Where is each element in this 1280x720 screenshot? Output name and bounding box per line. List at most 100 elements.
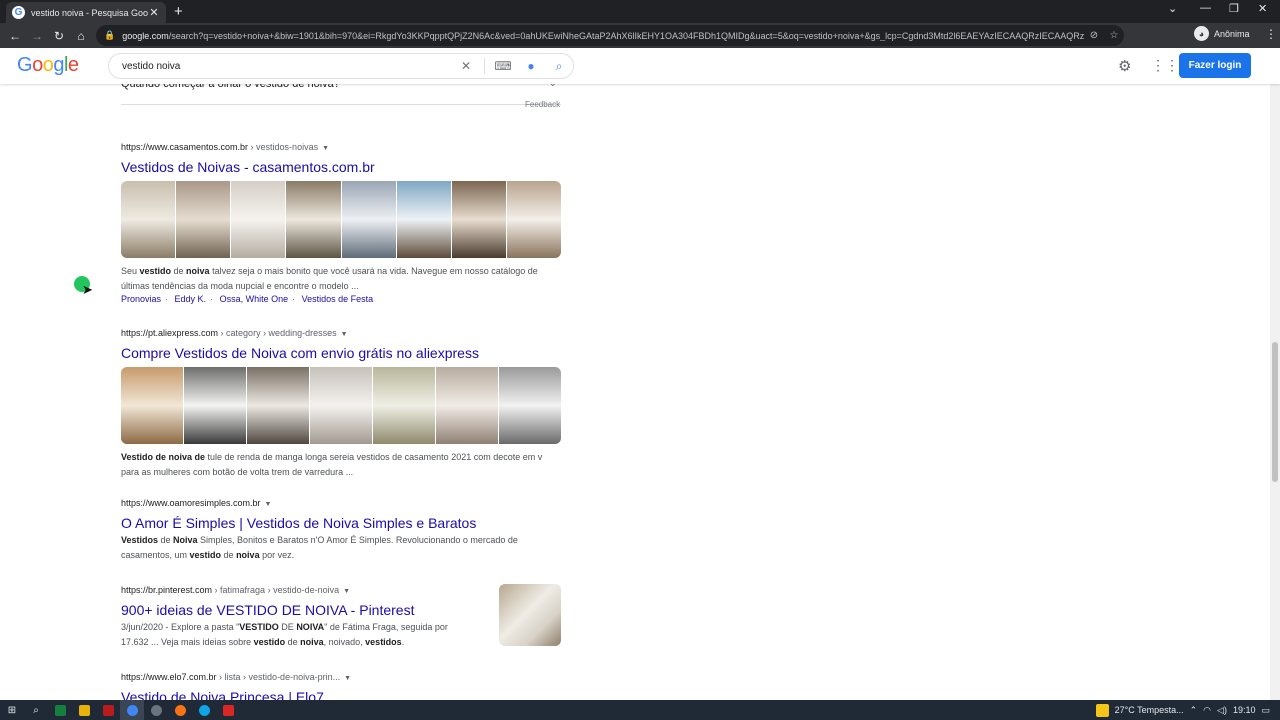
result-thumbnail[interactable] <box>499 584 561 646</box>
google-favicon-icon: G <box>12 6 25 19</box>
wedding-dress-thumbnail[interactable] <box>396 181 451 258</box>
sitelink[interactable]: Eddy K. <box>175 294 207 304</box>
windows-start-icon[interactable]: ⊞ <box>0 700 24 720</box>
browser-toolbar: ← → ↻ ⌂ 🔒 google.com/search?q=vestido+no… <box>0 23 1280 62</box>
result-title[interactable]: O Amor É Simples | Vestidos de Noiva Sim… <box>121 515 561 531</box>
wedding-dress-thumbnail[interactable] <box>310 367 372 444</box>
caret-down-icon[interactable]: ▼ <box>343 588 350 595</box>
wedding-dress-thumbnail[interactable] <box>184 367 246 444</box>
incognito-profile[interactable]: ◕ Anônima <box>1194 26 1250 41</box>
wedding-dress-thumbnail[interactable] <box>121 181 176 258</box>
clear-search-icon[interactable]: ✕ <box>452 59 480 73</box>
search-input[interactable]: vestido noiva <box>122 61 452 72</box>
scroll-thumb[interactable] <box>1272 342 1278 482</box>
caret-down-icon[interactable]: ▼ <box>322 145 329 152</box>
result-title[interactable]: Compre Vestidos de Noiva com envio gráti… <box>121 345 561 361</box>
snippet-text: de <box>171 266 187 276</box>
wedding-dress-thumbnail[interactable] <box>231 181 286 258</box>
telegram-icon[interactable] <box>192 700 216 720</box>
close-tab-icon[interactable]: ✕ <box>148 6 160 19</box>
weather-icon <box>1095 703 1109 717</box>
bookmark-star-icon[interactable]: ☆ <box>1104 30 1124 41</box>
back-icon[interactable]: ← <box>4 29 26 43</box>
result-title[interactable]: Vestidos de Noivas - casamentos.com.br <box>121 159 561 175</box>
snippet-text: DE <box>278 622 297 632</box>
result-snippet: Seu vestido de noiva talvez seja o mais … <box>121 264 561 294</box>
mouse-cursor-icon: ➤ <box>82 282 93 297</box>
wedding-dress-thumbnail[interactable] <box>499 367 561 444</box>
incognito-icon: ◕ <box>1194 26 1209 41</box>
wedding-dress-thumbnail[interactable] <box>506 181 561 258</box>
search-box[interactable]: vestido noiva ✕ ⌨ ● ⌕ <box>108 53 574 79</box>
snippet-text: de <box>158 535 174 545</box>
result-cite[interactable]: https://www.oamoresimples.com.br ▼ <box>121 498 561 508</box>
image-strip[interactable] <box>121 367 561 444</box>
app-icon[interactable] <box>144 700 168 720</box>
weather-text[interactable]: 27°C Tempesta... <box>1115 705 1184 715</box>
address-bar[interactable]: 🔒 google.com/search?q=vestido+noiva+&biw… <box>96 25 1124 46</box>
chrome-app-icon[interactable] <box>120 700 144 720</box>
wedding-dress-thumbnail[interactable] <box>176 181 231 258</box>
page-scrollbar[interactable] <box>1270 84 1280 702</box>
wedding-dress-thumbnail[interactable] <box>121 367 183 444</box>
snippet-text: vestidos <box>365 637 402 647</box>
search-icon[interactable]: ⌕ <box>545 59 573 74</box>
forward-icon[interactable]: → <box>26 29 48 43</box>
result-cite[interactable]: https://br.pinterest.com › fatimafraga ›… <box>121 585 561 595</box>
wedding-dress-thumbnail[interactable] <box>341 181 396 258</box>
system-tray: 27°C Tempesta... ⌃ ◠ ◁) 19:10 ▭ <box>1095 700 1280 720</box>
result-cite[interactable]: https://www.casamentos.com.br › vestidos… <box>121 142 561 152</box>
image-strip[interactable] <box>121 181 561 258</box>
result-cite[interactable]: https://pt.aliexpress.com › category › w… <box>121 328 561 338</box>
clock[interactable]: 19:10 <box>1233 705 1256 715</box>
terminal-app-icon[interactable] <box>48 700 72 720</box>
sitelink[interactable]: Ossa, White One <box>220 294 289 304</box>
caret-down-icon[interactable]: ▼ <box>265 501 272 508</box>
wedding-dress-thumbnail[interactable] <box>436 367 498 444</box>
result-title[interactable]: 900+ ideias de VESTIDO DE NOIVA - Pinter… <box>121 602 561 618</box>
browser-menu-icon[interactable]: ⋮ <box>1265 27 1277 41</box>
browser-tab[interactable]: G vestido noiva - Pesquisa Google ✕ <box>6 2 166 23</box>
sitelink[interactable]: Pronovias <box>121 294 161 304</box>
snippet-text: noiva <box>186 266 210 276</box>
divider <box>484 58 485 74</box>
chevron-up-icon[interactable]: ⌃ <box>1190 705 1198 716</box>
restore-icon[interactable]: ❐ <box>1229 2 1239 15</box>
settings-gear-icon[interactable]: ⚙ <box>1118 57 1131 75</box>
network-icon[interactable]: ◠ <box>1203 705 1211 716</box>
search-result: https://www.oamoresimples.com.br ▼ O Amor… <box>121 498 561 563</box>
volume-icon[interactable]: ◁) <box>1217 705 1227 716</box>
firefox-icon[interactable] <box>168 700 192 720</box>
reload-icon[interactable]: ↻ <box>48 29 70 43</box>
new-tab-button[interactable]: + <box>174 3 183 20</box>
tab-search-icon[interactable]: ⌄ <box>1168 2 1177 15</box>
home-icon[interactable]: ⌂ <box>70 29 92 43</box>
result-cite[interactable]: https://www.elo7.com.br › lista › vestid… <box>121 672 561 682</box>
minimize-icon[interactable]: — <box>1200 2 1211 14</box>
wedding-dress-thumbnail[interactable] <box>247 367 309 444</box>
microphone-icon[interactable]: ● <box>517 59 545 73</box>
google-logo[interactable]: Google <box>17 54 79 77</box>
sitelink[interactable]: Vestidos de Festa <box>302 294 374 304</box>
wedding-dress-thumbnail[interactable] <box>451 181 506 258</box>
wedding-dress-thumbnail[interactable] <box>373 367 435 444</box>
filezilla-icon[interactable] <box>96 700 120 720</box>
caret-down-icon[interactable]: ▼ <box>341 331 348 338</box>
wedding-dress-thumbnail[interactable] <box>286 181 341 258</box>
caret-down-icon[interactable]: ▼ <box>344 675 351 682</box>
search-result: https://br.pinterest.com › fatimafraga ›… <box>121 585 561 650</box>
recorder-icon[interactable] <box>216 700 240 720</box>
feedback-link[interactable]: Feedback <box>525 100 560 109</box>
snippet-text: vestido <box>139 266 172 276</box>
login-button[interactable]: Fazer login <box>1179 53 1251 78</box>
divider <box>121 104 561 105</box>
keyboard-icon[interactable]: ⌨ <box>489 59 517 73</box>
blocked-content-icon[interactable]: ⊘ <box>1084 30 1104 41</box>
search-icon[interactable]: ⌕ <box>24 700 48 720</box>
notification-icon[interactable]: ▭ <box>1261 705 1270 716</box>
snippet-text: vestido <box>189 550 222 560</box>
file-explorer-icon[interactable] <box>72 700 96 720</box>
close-window-icon[interactable]: ✕ <box>1258 2 1267 15</box>
snippet-text: , noivado, <box>323 637 366 647</box>
browser-tab-bar: G vestido noiva - Pesquisa Google ✕ + ⌄ … <box>0 0 1280 23</box>
